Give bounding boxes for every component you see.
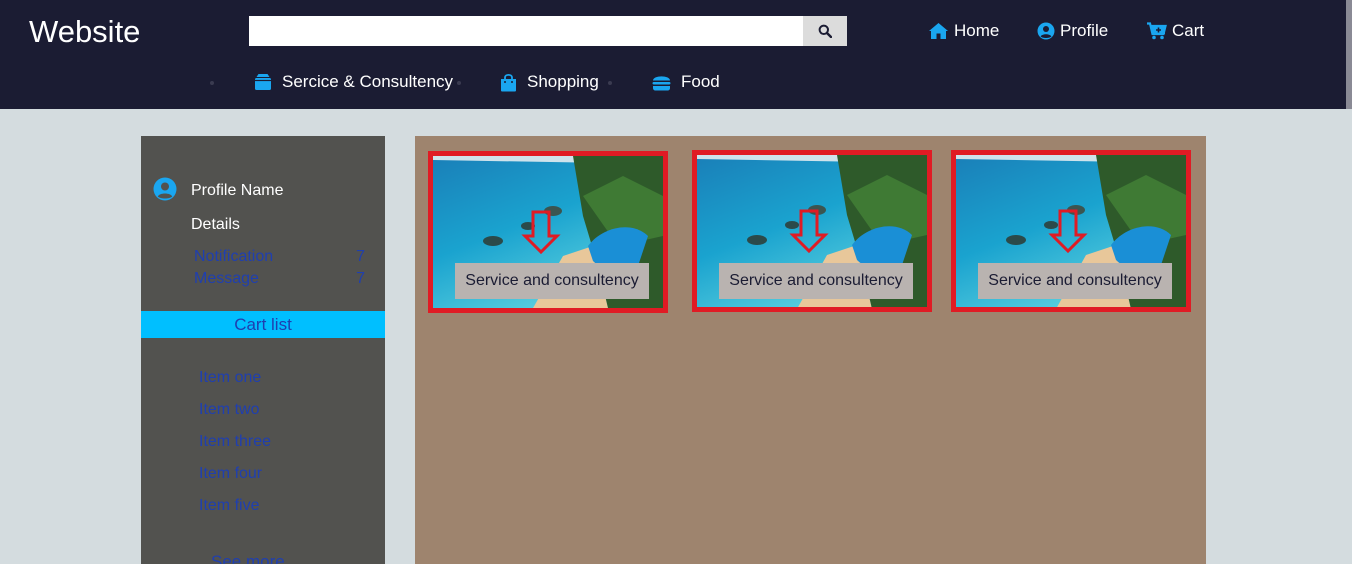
- cart-list-item[interactable]: Item three: [199, 431, 271, 453]
- notification-count: 7: [356, 248, 365, 265]
- home-icon: [929, 23, 948, 39]
- cart-list-header[interactable]: Cart list: [141, 311, 385, 338]
- user-circle-icon: [153, 177, 177, 201]
- site-logo[interactable]: Website: [29, 14, 140, 50]
- category-shopping-label: Shopping: [527, 72, 599, 91]
- top-header: Website Home Profile Cart Sercice & Cons…: [0, 0, 1352, 109]
- category-food-label: Food: [681, 72, 720, 91]
- user-circle-icon: [1037, 22, 1055, 40]
- nav-home-link[interactable]: Home: [928, 20, 999, 42]
- nav-separator-dot: [457, 81, 461, 85]
- nav-separator-dot: [608, 81, 612, 85]
- hamburger-icon: [652, 75, 671, 90]
- category-shopping-link[interactable]: Shopping: [500, 71, 599, 93]
- beach-resort-photo: Service and consultency: [956, 155, 1186, 307]
- category-service-link[interactable]: Sercice & Consultency: [254, 71, 453, 93]
- box-icon: [255, 74, 271, 90]
- nav-home-label: Home: [954, 21, 1000, 40]
- nav-profile-label: Profile: [1060, 21, 1109, 40]
- cart-list-item[interactable]: Item one: [199, 367, 261, 389]
- cart-list-item[interactable]: Item two: [199, 399, 259, 421]
- nav-cart-link[interactable]: Cart: [1146, 20, 1204, 42]
- message-label: Message: [194, 270, 259, 287]
- service-card[interactable]: Service and consultency: [428, 151, 668, 313]
- cart-plus-icon: [1147, 22, 1167, 40]
- profile-details-link[interactable]: Details: [191, 216, 240, 234]
- notification-label: Notification: [194, 248, 274, 265]
- service-card[interactable]: Service and consultency: [692, 150, 932, 312]
- sidebar: Profile Name Details Notification 7 Mess…: [141, 136, 385, 564]
- notification-row[interactable]: Notification 7: [194, 246, 365, 268]
- message-count: 7: [356, 270, 365, 287]
- page-scrollbar[interactable]: [1346, 0, 1352, 109]
- message-row[interactable]: Message 7: [194, 268, 365, 290]
- shopping-bag-icon: [501, 73, 516, 91]
- service-card[interactable]: Service and consultency: [951, 150, 1191, 312]
- profile-name[interactable]: Profile Name: [191, 182, 283, 200]
- nav-separator-dot: [210, 81, 214, 85]
- search-input[interactable]: [249, 16, 803, 46]
- category-food-link[interactable]: Food: [652, 71, 720, 93]
- see-more-link[interactable]: See more: [211, 552, 285, 564]
- nav-cart-label: Cart: [1172, 21, 1205, 40]
- search-icon: [818, 24, 832, 38]
- card-label: Service and consultency: [455, 263, 649, 299]
- cart-list-item[interactable]: Item four: [199, 463, 262, 485]
- beach-resort-photo: Service and consultency: [433, 156, 663, 308]
- card-label: Service and consultency: [978, 263, 1172, 299]
- cart-list-item[interactable]: Item five: [199, 495, 259, 517]
- beach-resort-photo: Service and consultency: [697, 155, 927, 307]
- main-content: Service and consultency Service and cons…: [415, 136, 1206, 564]
- card-label: Service and consultency: [719, 263, 913, 299]
- nav-profile-link[interactable]: Profile: [1037, 20, 1108, 42]
- search-button[interactable]: [803, 16, 847, 46]
- category-service-label: Sercice & Consultency: [282, 72, 454, 91]
